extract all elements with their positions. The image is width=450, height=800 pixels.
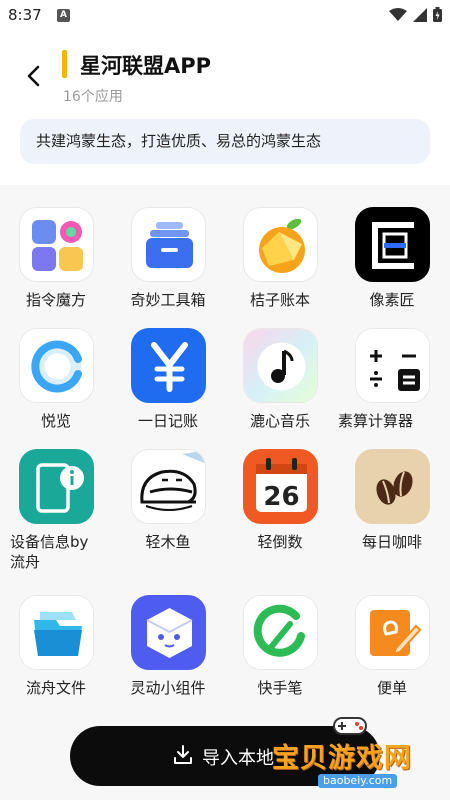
wifi-icon [389,7,407,21]
pixel-icon [355,207,430,282]
app-item-countdown[interactable]: 26 轻倒数 [224,449,336,559]
widget-robot-icon [131,595,206,670]
status-icons [389,7,442,22]
app-label: 素算计算器 [338,412,414,430]
app-label: 灵动小组件 [130,679,206,697]
status-bar: 8:37 A [0,0,450,32]
app-label: 一日记账 [137,412,198,430]
watermark-text: 宝贝游戏网 [272,743,412,774]
title-accent-bar [62,50,67,78]
import-label: 导入本地 [202,748,274,769]
app-label: 便单 [376,679,407,697]
download-icon [174,745,192,764]
app-label: 轻木鱼 [145,533,191,551]
app-label: 设备信息by流舟 [10,533,89,571]
calculator-icon [355,328,430,403]
battery-icon [433,7,442,22]
countdown-number: 26 [263,482,299,512]
watermark: 宝贝游戏网 baobeiy.com [272,712,422,792]
app-item-pen[interactable]: 快手笔 [224,595,336,705]
app-item-browser[interactable]: 悦览 [0,328,112,438]
memo-icon [355,595,430,670]
orange-ledger-icon [243,207,318,282]
app-item-orange-ledger[interactable]: 桔子账本 [224,207,336,317]
app-count: 16个应用 [63,89,123,105]
status-time: 8:37 [8,6,42,24]
back-button[interactable] [20,62,48,90]
pen-icon [243,595,318,670]
app-item-folder[interactable]: 流舟文件 [0,595,112,705]
watermark-url: baobeiy.com [318,774,398,788]
app-label: 流舟文件 [25,679,86,697]
app-item-wooden-fish[interactable]: 轻木鱼 [112,449,224,559]
app-item-pixel[interactable]: 像素匠 [336,207,448,317]
music-note-icon [243,328,318,403]
app-item-coffee[interactable]: 每日咖啡 [336,449,448,559]
device-info-icon [19,449,94,524]
app-label: 漉心音乐 [249,412,310,430]
slogan-banner: 共建鸿蒙生态，打造优质、易总的鸿蒙生态 [20,119,430,164]
app-label: 桔子账本 [249,291,310,309]
app-item-music[interactable]: 漉心音乐 [224,328,336,438]
folder-icon [19,595,94,670]
app-grid: 指令魔方 奇妙工具箱 桔子账本 像素匠 悦览 一日记账 漉心音乐 素算计算器 设… [0,185,450,800]
page-title: 星河联盟APP [80,54,212,78]
gamepad-icon [333,717,367,735]
notification-icon: A [57,9,70,22]
signal-icon [413,7,427,22]
chevron-left-icon [27,65,40,87]
app-item-toolbox[interactable]: 奇妙工具箱 [112,207,224,317]
app-label: 轻倒数 [257,533,303,551]
app-item-widget[interactable]: 灵动小组件 [112,595,224,705]
app-label: 每日咖啡 [361,533,422,551]
app-label: 快手笔 [257,679,303,697]
browser-ring-icon [19,328,94,403]
command-cube-icon [19,207,94,282]
toolbox-icon [131,207,206,282]
app-item-calculator[interactable]: 素算计算器 [336,328,448,438]
header: 星河联盟APP 16个应用 [0,40,450,110]
app-label: 悦览 [40,412,71,430]
app-item-device-info[interactable]: 设备信息by流舟 [0,449,112,579]
yen-icon [131,328,206,403]
app-label: 奇妙工具箱 [130,291,206,309]
app-item-yen[interactable]: 一日记账 [112,328,224,438]
calendar-countdown-icon: 26 [243,449,318,524]
app-item-memo[interactable]: 便单 [336,595,448,705]
app-label: 像素匠 [369,291,415,309]
app-label: 指令魔方 [25,291,86,309]
wooden-fish-icon [131,449,206,524]
app-item-command-cube[interactable]: 指令魔方 [0,207,112,317]
coffee-bean-icon [355,449,430,524]
